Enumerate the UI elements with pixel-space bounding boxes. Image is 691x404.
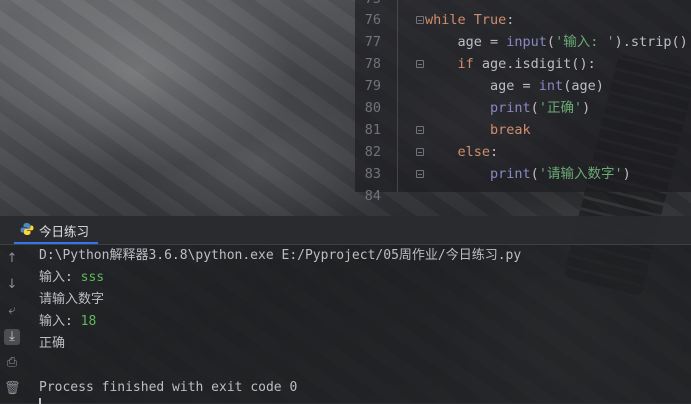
fold-marker-icon[interactable]	[416, 60, 424, 68]
code-line[interactable]: 79 age = int(age)	[355, 75, 691, 97]
code-token: ).strip()	[614, 34, 688, 50]
code-token: break	[490, 122, 531, 138]
arrow-down-icon[interactable]: ↓	[4, 277, 20, 293]
fold-marker-icon[interactable]	[416, 126, 424, 134]
line-number: 78	[364, 56, 381, 72]
code-token: )	[622, 166, 631, 182]
code-token: else	[457, 144, 491, 160]
code-token: '请输入数字'	[538, 166, 623, 182]
user-input-value: 18	[80, 314, 97, 329]
prompt-label: 输入:	[39, 314, 81, 329]
code-line[interactable]: 76 while True:	[355, 9, 691, 31]
code-token: age =	[425, 78, 539, 94]
code-line[interactable]: 84	[355, 185, 691, 207]
code-text: else:	[425, 141, 499, 163]
code-token: '输入: '	[555, 34, 615, 50]
line-number: 79	[364, 78, 381, 94]
output-line-prompt2: 输入: 18	[39, 311, 96, 333]
code-token: )	[582, 100, 591, 116]
code-line[interactable]: 82 else:	[355, 141, 691, 163]
output-line-message1: 请输入数字	[39, 292, 105, 307]
code-token: print	[490, 166, 531, 182]
code-token: '正确'	[538, 100, 583, 116]
code-token: age =	[425, 34, 507, 50]
trash-icon[interactable]: 🗑	[4, 381, 21, 397]
python-icon	[20, 223, 34, 235]
arrow-up-icon[interactable]: ↑	[4, 251, 20, 267]
code-token: :	[506, 12, 515, 28]
code-token: print	[490, 100, 531, 116]
user-input-value: sss	[80, 270, 105, 285]
code-token: while	[425, 12, 474, 28]
code-line[interactable]: 81 break	[355, 119, 691, 141]
run-tab-bar	[0, 216, 691, 245]
code-text: print('正确')	[425, 97, 590, 119]
code-text: if age.isdigit():	[425, 53, 596, 75]
exit-message: Process finished with exit code 0	[39, 380, 298, 395]
code-token: input	[506, 34, 547, 50]
text-caret	[39, 398, 41, 404]
line-number: 80	[364, 100, 381, 116]
command-line: D:\Python解释器3.6.8\python.exe E:/Pyprojec…	[39, 248, 522, 263]
code-text: print('请输入数字')	[425, 163, 631, 185]
tab-run-config[interactable]: 今日练习	[14, 216, 98, 244]
code-line[interactable]: 80 print('正确')	[355, 97, 691, 119]
code-text: while True:	[425, 9, 514, 31]
code-text: age = int(age)	[425, 75, 604, 97]
line-number: 82	[364, 144, 381, 160]
code-token: (	[530, 100, 539, 116]
code-token: if	[457, 56, 482, 72]
line-number: 76	[364, 12, 381, 28]
print-icon[interactable]: ⎙	[4, 355, 20, 371]
fold-marker-icon[interactable]	[416, 170, 424, 178]
output-line-message2: 正确	[39, 336, 66, 351]
tab-label: 今日练习	[39, 224, 90, 239]
code-line[interactable]: 83 print('请输入数字')	[355, 163, 691, 185]
code-token: age.isdigit():	[481, 56, 596, 72]
line-number: 77	[364, 34, 381, 50]
output-line-prompt1: 输入: sss	[39, 267, 104, 289]
run-toolbar: ↑ ↓ ⤶ ⤓ ⎙ 🗑	[0, 245, 25, 403]
code-token: int	[538, 78, 564, 94]
fold-marker-icon[interactable]	[416, 16, 424, 24]
line-number: 84	[364, 188, 381, 204]
code-text: age = input('输入: ').strip()	[425, 31, 688, 53]
soft-wrap-icon[interactable]: ⤶	[4, 303, 20, 319]
code-line[interactable]: 78 if age.isdigit():	[355, 53, 691, 75]
scroll-to-end-icon[interactable]: ⤓	[4, 329, 20, 345]
code-text: break	[425, 119, 531, 141]
fold-marker-icon[interactable]	[416, 148, 424, 156]
code-token: (age)	[563, 78, 604, 94]
code-token: :	[490, 144, 499, 160]
code-token: True	[473, 12, 507, 28]
line-number: 83	[364, 166, 381, 182]
prompt-label: 输入:	[39, 270, 81, 285]
code-token: (	[546, 34, 556, 50]
line-number: 81	[364, 122, 381, 138]
code-token: (	[530, 166, 539, 182]
code-line[interactable]: 77 age = input('输入: ').strip()	[355, 31, 691, 53]
